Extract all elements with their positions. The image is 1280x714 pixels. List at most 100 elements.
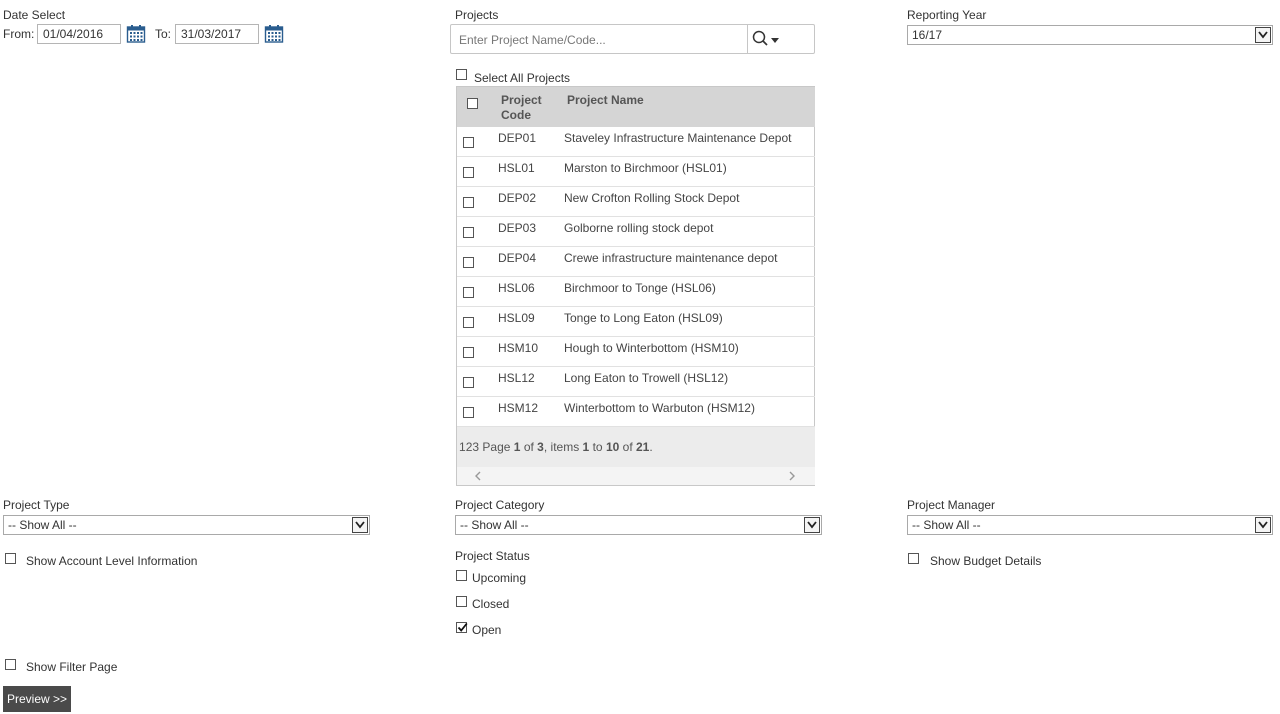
preview-button[interactable]: Preview >>: [3, 686, 71, 712]
project-search-input[interactable]: [457, 32, 746, 48]
row-checkbox[interactable]: [463, 167, 474, 178]
row-checkbox[interactable]: [463, 137, 474, 148]
row-checkbox[interactable]: [463, 197, 474, 208]
pager-of-word: of: [523, 440, 534, 454]
row-checkbox[interactable]: [463, 317, 474, 328]
projects-title: Projects: [455, 8, 499, 22]
row-checkbox[interactable]: [463, 257, 474, 268]
column-header-project-name[interactable]: Project Name: [567, 93, 644, 108]
table-row[interactable]: HSL12 Long Eaton to Trowell (HSL12): [457, 367, 815, 397]
row-checkbox[interactable]: [463, 227, 474, 238]
select-all-projects-label: Select All Projects: [474, 71, 571, 85]
show-filter-page-checkbox[interactable]: [5, 659, 16, 670]
project-manager-select[interactable]: -- Show All --: [907, 515, 1273, 535]
to-calendar-icon[interactable]: [264, 24, 284, 47]
pager-period: .: [649, 440, 653, 454]
project-category-value: -- Show All --: [460, 518, 529, 532]
status-closed-label: Closed: [472, 597, 510, 611]
table-row[interactable]: DEP02 New Crofton Rolling Stock Depot: [457, 187, 815, 217]
project-code-cell: HSL12: [498, 371, 535, 385]
project-category-select[interactable]: -- Show All --: [455, 515, 822, 535]
project-search-box: [450, 24, 815, 54]
project-type-value: -- Show All --: [8, 518, 77, 532]
row-checkbox[interactable]: [463, 287, 474, 298]
table-row[interactable]: HSL06 Birchmoor to Tonge (HSL06): [457, 277, 815, 307]
table-row[interactable]: HSM12 Winterbottom to Warbuton (HSM12): [457, 397, 815, 427]
pager-info: 123 Page 1 of 3, items 1 to 10 of 21.: [459, 440, 653, 454]
project-status-title: Project Status: [455, 549, 530, 563]
project-name-cell: Hough to Winterbottom (HSM10): [564, 341, 739, 355]
pager-item-from: 1: [582, 440, 590, 454]
status-open-label: Open: [472, 623, 502, 637]
project-manager-value: -- Show All --: [912, 518, 981, 532]
project-code-cell: HSM12: [498, 401, 539, 415]
select-all-projects-checkbox[interactable]: [456, 69, 467, 80]
to-label: To:: [155, 27, 172, 41]
grid-pager: 123 Page 1 of 3, items 1 to 10 of 21.: [457, 427, 815, 467]
project-code-cell: DEP01: [498, 131, 537, 145]
to-date-input[interactable]: [175, 24, 259, 44]
scroll-right-icon[interactable]: [787, 471, 797, 481]
project-code-cell: DEP04: [498, 251, 537, 265]
status-closed-checkbox[interactable]: [456, 596, 467, 607]
reporting-year-select[interactable]: 16/17: [907, 25, 1273, 45]
status-open-checkbox[interactable]: [456, 622, 468, 633]
pager-total-items: 21: [636, 440, 650, 454]
row-checkbox[interactable]: [463, 407, 474, 418]
chevron-down-icon: [1255, 27, 1271, 43]
project-search-button[interactable]: [747, 25, 814, 53]
project-code-cell: HSL09: [498, 311, 535, 325]
pager-page-link-1[interactable]: 1: [459, 440, 466, 454]
project-code-cell: DEP02: [498, 191, 537, 205]
project-manager-title: Project Manager: [907, 498, 996, 512]
project-type-select[interactable]: -- Show All --: [3, 515, 370, 535]
chevron-down-icon: [1255, 517, 1271, 533]
chevron-down-icon: [804, 517, 820, 533]
show-account-level-checkbox[interactable]: [5, 553, 16, 564]
status-upcoming-checkbox[interactable]: [456, 570, 467, 581]
project-name-cell: Winterbottom to Warbuton (HSM12): [564, 401, 755, 415]
project-type-title: Project Type: [3, 498, 70, 512]
table-row[interactable]: HSM10 Hough to Winterbottom (HSM10): [457, 337, 815, 367]
header-select-checkbox[interactable]: [467, 98, 478, 109]
project-code-cell: HSL06: [498, 281, 535, 295]
row-checkbox[interactable]: [463, 377, 474, 388]
project-name-cell: Tonge to Long Eaton (HSL09): [564, 311, 723, 325]
date-select-title: Date Select: [3, 8, 66, 22]
pager-page-link-3[interactable]: 3: [472, 440, 479, 454]
grid-header: Project Code Project Name: [457, 87, 815, 127]
table-row[interactable]: DEP01 Staveley Infrastructure Maintenance…: [457, 127, 815, 157]
column-header-project-code[interactable]: Project Code: [501, 93, 553, 123]
reporting-year-value: 16/17: [912, 28, 943, 42]
from-label: From:: [3, 27, 35, 41]
search-icon: [752, 30, 779, 46]
table-row[interactable]: DEP04 Crewe infrastructure maintenance de…: [457, 247, 815, 277]
chevron-down-icon: [352, 517, 368, 533]
project-name-cell: Crewe infrastructure maintenance depot: [564, 251, 778, 265]
checkmark-icon: [457, 622, 468, 632]
show-budget-details-label: Show Budget Details: [930, 554, 1042, 568]
reporting-year-title: Reporting Year: [907, 8, 987, 22]
project-name-cell: Marston to Birchmoor (HSL01): [564, 161, 727, 175]
projects-grid: Project Code Project Name DEP01 Staveley …: [456, 86, 815, 486]
project-code-cell: DEP03: [498, 221, 537, 235]
table-row[interactable]: DEP03 Golborne rolling stock depot: [457, 217, 815, 247]
table-row[interactable]: HSL09 Tonge to Long Eaton (HSL09): [457, 307, 815, 337]
pager-page-word: Page: [482, 440, 511, 454]
project-name-cell: Golborne rolling stock depot: [564, 221, 714, 235]
project-category-title: Project Category: [455, 498, 545, 512]
project-name-cell: Staveley Infrastructure Maintenance Depo…: [564, 131, 792, 145]
table-row[interactable]: HSL01 Marston to Birchmoor (HSL01): [457, 157, 815, 187]
scroll-left-icon[interactable]: [473, 471, 483, 481]
project-code-cell: HSM10: [498, 341, 539, 355]
pager-total-pages: 3: [537, 440, 544, 454]
from-date-input[interactable]: [37, 24, 121, 44]
status-upcoming-label: Upcoming: [472, 571, 527, 585]
project-code-cell: HSL01: [498, 161, 535, 175]
show-budget-details-checkbox[interactable]: [908, 553, 919, 564]
pager-item-to: 10: [605, 440, 620, 454]
row-checkbox[interactable]: [463, 347, 474, 358]
pager-of-word-2: of: [622, 440, 633, 454]
from-calendar-icon[interactable]: [126, 24, 146, 47]
grid-horizontal-scrollbar[interactable]: [457, 467, 815, 485]
